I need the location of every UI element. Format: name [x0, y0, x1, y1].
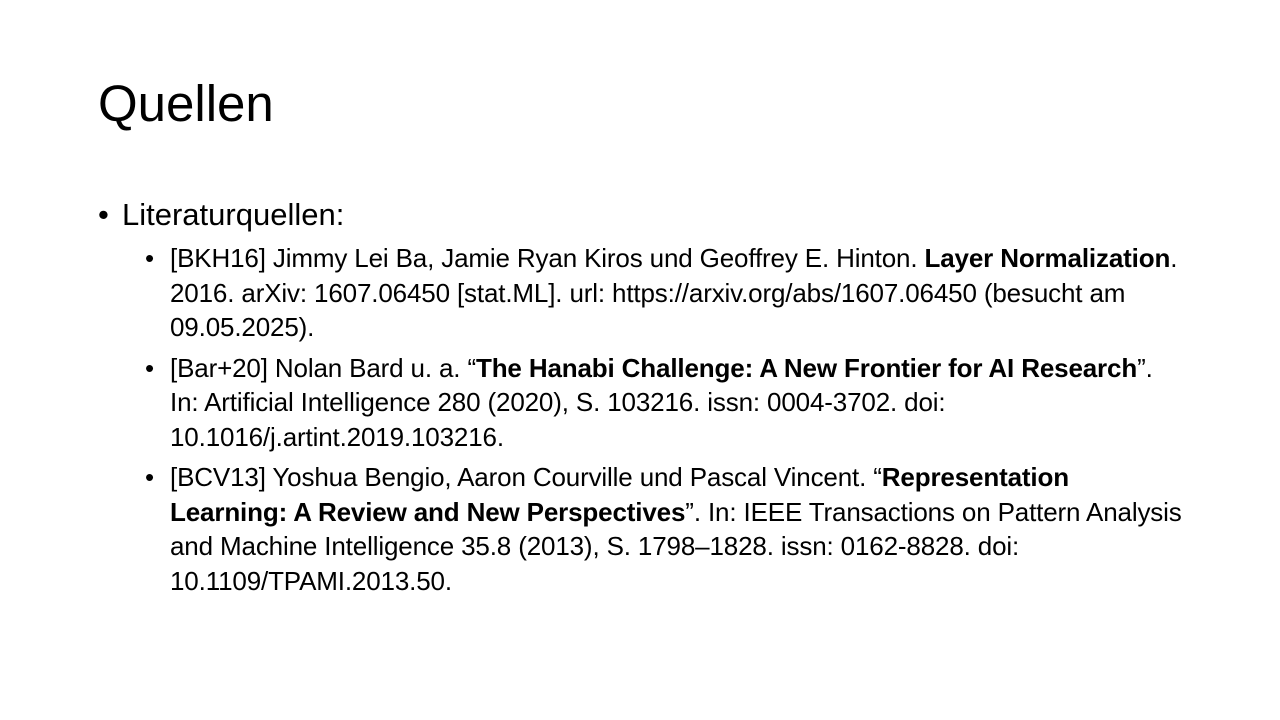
reference-list: • [BKH16] Jimmy Lei Ba, Jamie Ryan Kiros… [98, 241, 1188, 598]
slide: Quellen • Literaturquellen: • [BKH16] Ji… [0, 0, 1280, 720]
bullet-icon: • [145, 243, 154, 273]
reference-item: • [Bar+20] Nolan Bard u. a. “The Hanabi … [98, 351, 1188, 455]
reference-close-quote: ” [685, 496, 694, 527]
section-bullet: • Literaturquellen: [98, 196, 1188, 234]
bullet-icon: • [98, 197, 109, 232]
reference-prefix: [BCV13] Yoshua Bengio, Aaron Courville u… [170, 462, 874, 492]
section-label: Literaturquellen: [122, 197, 345, 232]
reference-prefix: [BKH16] Jimmy Lei Ba, Jamie Ryan Kiros u… [170, 243, 925, 273]
slide-title: Quellen [98, 75, 274, 132]
reference-title: The Hanabi Challenge: A New Frontier for… [475, 352, 1138, 383]
reference-close-quote: ” [1137, 352, 1146, 383]
slide-content: • Literaturquellen: • [BKH16] Jimmy Lei … [98, 196, 1188, 604]
reference-open-quote: “ [873, 462, 882, 492]
reference-title: Layer Normalization [924, 243, 1171, 273]
reference-prefix: [Bar+20] Nolan Bard u. a. [170, 352, 468, 383]
reference-open-quote: “ [467, 352, 476, 383]
bullet-icon: • [145, 462, 154, 492]
reference-item: • [BKH16] Jimmy Lei Ba, Jamie Ryan Kiros… [98, 241, 1188, 345]
bullet-icon: • [145, 352, 154, 383]
reference-item: • [BCV13] Yoshua Bengio, Aaron Courville… [98, 460, 1188, 598]
